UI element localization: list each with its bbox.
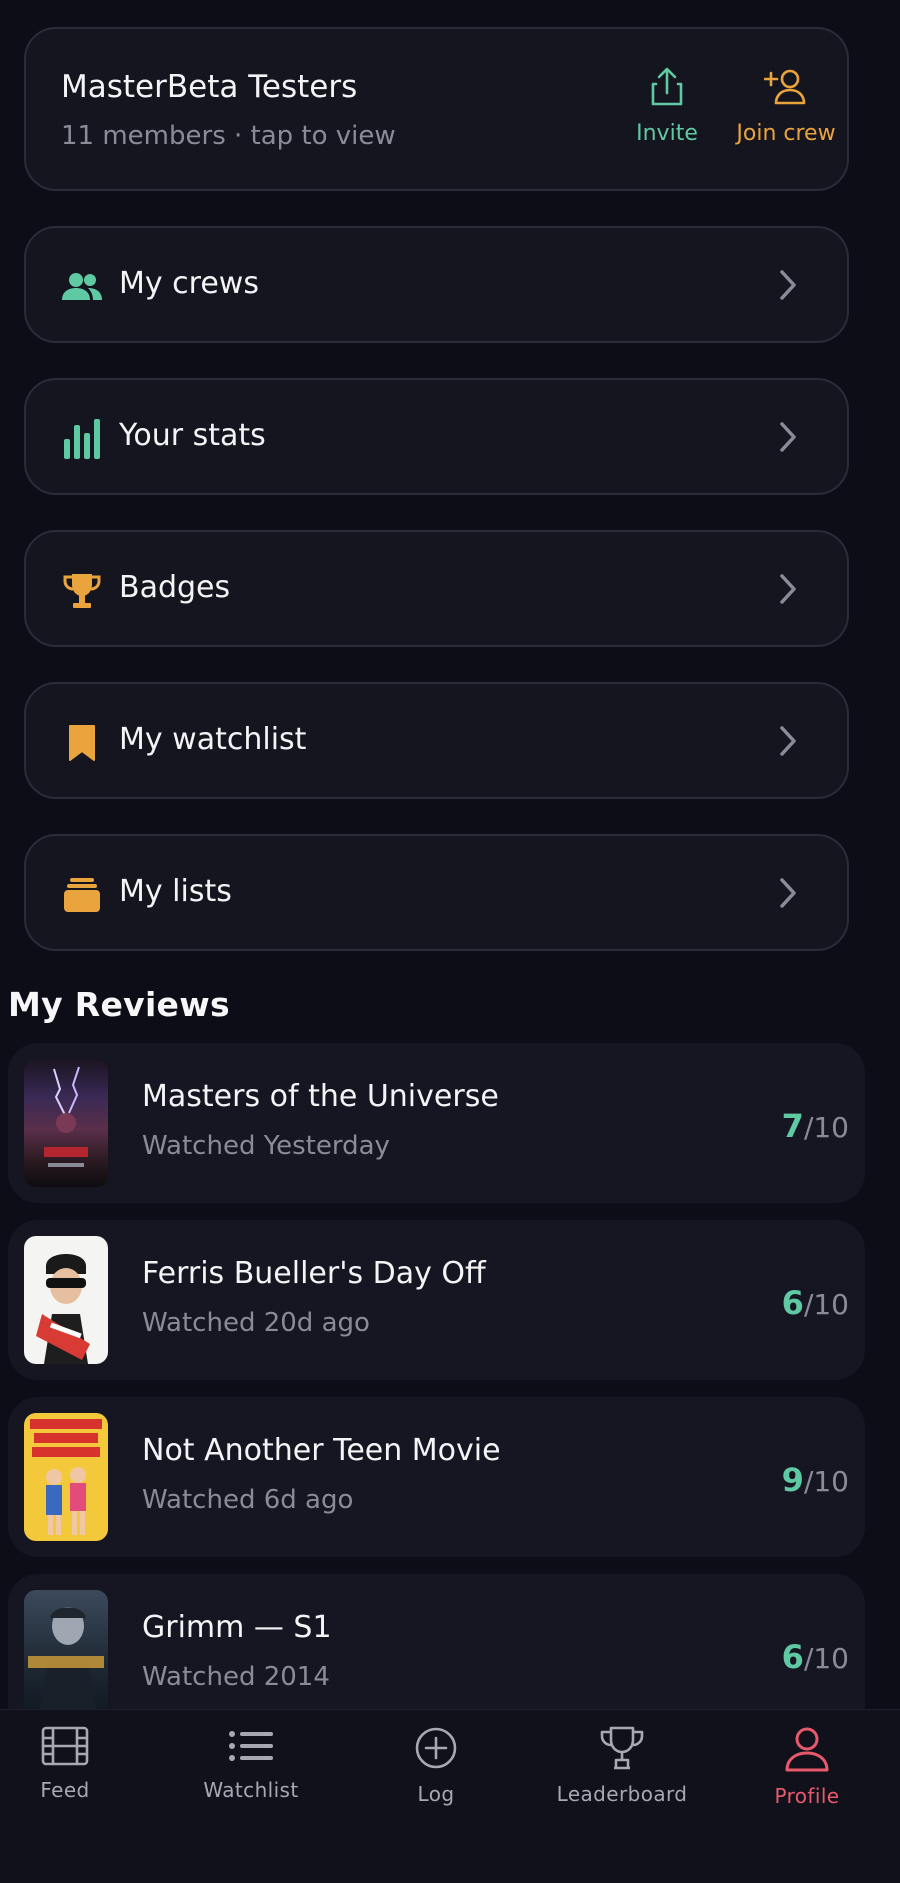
share-icon: [650, 67, 684, 111]
menu-item-your-stats[interactable]: Your stats: [24, 378, 849, 495]
chevron-right-icon: [780, 422, 796, 452]
tab-label: Leaderboard: [556, 1782, 688, 1806]
poster-image: [24, 1059, 108, 1187]
rating-score: 7: [781, 1107, 804, 1145]
menu-label: Badges: [119, 570, 231, 605]
review-title: Grimm — S1: [142, 1610, 332, 1645]
tab-profile[interactable]: Profile: [727, 1726, 887, 1808]
list-icon: [227, 1726, 275, 1770]
menu-item-my-watchlist[interactable]: My watchlist: [24, 682, 849, 799]
chevron-right-icon: [780, 270, 796, 300]
add-person-icon: [763, 67, 808, 111]
menu-label: My lists: [119, 874, 232, 909]
rating-max: /10: [803, 1642, 849, 1675]
rating-max: /10: [803, 1111, 849, 1144]
rating-max: /10: [803, 1465, 849, 1498]
join-crew-button[interactable]: Join crew: [706, 67, 866, 146]
menu-label: My crews: [119, 266, 259, 301]
invite-label: Invite: [636, 121, 698, 146]
poster-image: [24, 1413, 108, 1541]
tab-log[interactable]: Log: [356, 1726, 516, 1806]
review-title: Ferris Bueller's Day Off: [142, 1256, 486, 1291]
menu-label: My watchlist: [119, 722, 307, 757]
poster-image: [24, 1590, 108, 1718]
poster-image: [24, 1236, 108, 1364]
tab-label: Feed: [40, 1778, 90, 1802]
trophy-outline-icon: [598, 1726, 646, 1774]
review-item[interactable]: Ferris Bueller's Day Off Watched 20d ago…: [8, 1220, 865, 1380]
chevron-right-icon: [780, 878, 796, 908]
review-watched: Watched 2014: [142, 1662, 330, 1692]
crew-subtitle: 11 members · tap to view: [61, 121, 396, 151]
menu-item-my-crews[interactable]: My crews: [24, 226, 849, 343]
join-crew-label: Join crew: [736, 121, 836, 146]
film-icon: [41, 1726, 89, 1770]
chevron-right-icon: [780, 574, 796, 604]
tab-label: Profile: [774, 1784, 840, 1808]
person-icon: [784, 1726, 830, 1776]
stack-icon: [62, 875, 102, 915]
rating-score: 6: [781, 1638, 804, 1676]
review-watched: Watched 20d ago: [142, 1308, 370, 1338]
plus-circle-icon: [414, 1726, 458, 1774]
review-rating: 9/10: [782, 1461, 849, 1499]
review-rating: 6/10: [782, 1638, 849, 1676]
chevron-right-icon: [780, 726, 796, 756]
menu-label: Your stats: [119, 418, 266, 453]
trophy-icon: [62, 571, 102, 611]
review-item[interactable]: Not Another Teen Movie Watched 6d ago 9/…: [8, 1397, 865, 1557]
review-rating: 7/10: [782, 1107, 849, 1145]
rating-score: 9: [781, 1461, 804, 1499]
bottom-tab-bar: Feed Watchlist Log Leaderboard Profile: [0, 1709, 900, 1883]
menu-item-my-lists[interactable]: My lists: [24, 834, 849, 951]
rating-max: /10: [803, 1288, 849, 1321]
review-title: Not Another Teen Movie: [142, 1433, 501, 1468]
crew-card[interactable]: MasterBeta Testers 11 members · tap to v…: [24, 27, 849, 191]
tab-label: Watchlist: [203, 1778, 299, 1802]
rating-score: 6: [781, 1284, 804, 1322]
review-item[interactable]: Masters of the Universe Watched Yesterda…: [8, 1043, 865, 1203]
tab-label: Log: [417, 1782, 455, 1806]
tab-leaderboard[interactable]: Leaderboard: [542, 1726, 702, 1806]
bookmark-icon: [62, 723, 102, 763]
people-icon: [62, 267, 102, 307]
crew-name: MasterBeta Testers: [61, 69, 358, 105]
review-watched: Watched Yesterday: [142, 1131, 390, 1161]
section-title-my-reviews: My Reviews: [8, 985, 230, 1024]
tab-feed[interactable]: Feed: [0, 1726, 145, 1802]
review-rating: 6/10: [782, 1284, 849, 1322]
review-watched: Watched 6d ago: [142, 1485, 354, 1515]
bar-chart-icon: [62, 419, 102, 459]
review-title: Masters of the Universe: [142, 1079, 499, 1114]
menu-item-badges[interactable]: Badges: [24, 530, 849, 647]
tab-watchlist[interactable]: Watchlist: [171, 1726, 331, 1802]
